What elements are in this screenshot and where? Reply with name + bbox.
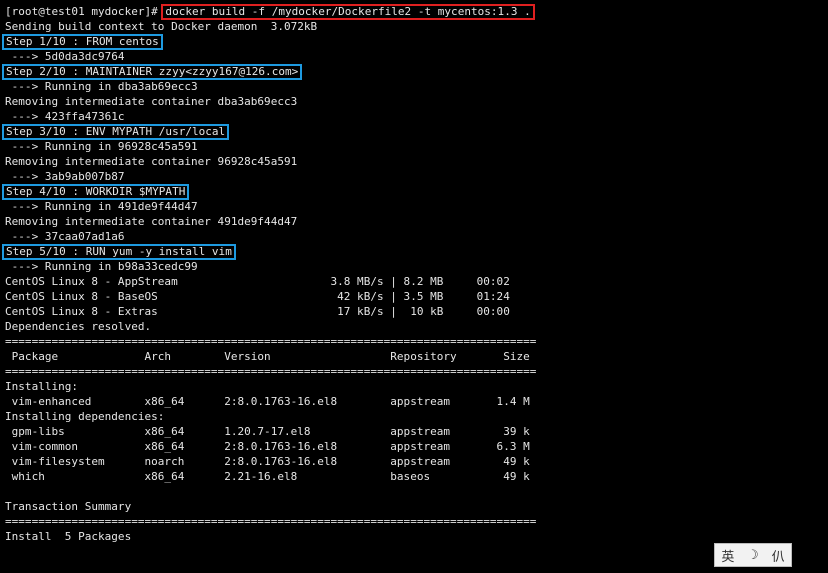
table-row: gpm-libs x86_64 1.20.7-17.el8 appstream … (5, 425, 530, 438)
ime-mode-toggle[interactable]: 仈 (772, 546, 785, 565)
output-line: Step 5/10 : RUN yum -y install vim (2, 244, 828, 260)
section-heading: Transaction Summary (5, 500, 132, 513)
output-line: Step 2/10 : MAINTAINER zzyy<zzyy167@126.… (2, 64, 828, 80)
output-line: Removing intermediate container 96928c45… (5, 155, 298, 168)
table-row: which x86_64 2.21-16.el8 baseos 49 k (5, 470, 530, 483)
section-heading: Installing dependencies: (5, 410, 165, 423)
table-header: Package Arch Version Repository Size (5, 350, 530, 363)
terminal-output: [root@test01 mydocker]# docker build -f … (2, 4, 828, 544)
step-5-highlight: Step 5/10 : RUN yum -y install vim (2, 244, 236, 260)
output-line: ---> 37caa07ad1a6 (5, 230, 125, 243)
step-3-highlight: Step 3/10 : ENV MYPATH /usr/local (2, 124, 230, 140)
step-2-highlight: Step 2/10 : MAINTAINER zzyy<zzyy167@126.… (2, 64, 303, 80)
output-line: Dependencies resolved. (5, 320, 152, 333)
output-line: ---> 423ffa47361c (5, 110, 125, 123)
moon-icon[interactable]: ☽ (747, 548, 759, 563)
section-heading: Installing: (5, 380, 79, 393)
table-row: vim-common x86_64 2:8.0.1763-16.el8 apps… (5, 440, 530, 453)
ime-toolbar[interactable]: 英 ☽ 仈 (714, 543, 792, 567)
table-row: vim-enhanced x86_64 2:8.0.1763-16.el8 ap… (5, 395, 530, 408)
repo-line: CentOS Linux 8 - AppStream 3.8 MB/s | 8.… (5, 275, 510, 288)
step-4-highlight: Step 4/10 : WORKDIR $MYPATH (2, 184, 190, 200)
output-line: ---> 3ab9ab007b87 (5, 170, 125, 183)
output-line: ---> Running in 96928c45a591 (5, 140, 198, 153)
output-line: ---> Running in dba3ab69ecc3 (5, 80, 198, 93)
separator-line: ========================================… (5, 335, 537, 348)
output-line: ---> Running in 491de9f44d47 (5, 200, 198, 213)
output-line: Step 4/10 : WORKDIR $MYPATH (2, 184, 828, 200)
output-line: ---> 5d0da3dc9764 (5, 50, 125, 63)
separator-line: ========================================… (5, 365, 537, 378)
output-line: ---> Running in b98a33cedc99 (5, 260, 198, 273)
command-line: [root@test01 mydocker]# docker build -f … (5, 4, 828, 20)
output-line: Step 3/10 : ENV MYPATH /usr/local (2, 124, 828, 140)
repo-line: CentOS Linux 8 - BaseOS 42 kB/s | 3.5 MB… (5, 290, 510, 303)
step-1-highlight: Step 1/10 : FROM centos (2, 34, 163, 50)
install-summary: Install 5 Packages (5, 530, 132, 543)
output-line: Removing intermediate container 491de9f4… (5, 215, 298, 228)
ime-language-toggle[interactable]: 英 (721, 546, 734, 565)
output-line: Sending build context to Docker daemon 3… (5, 20, 318, 33)
shell-prompt: [root@test01 mydocker]# (5, 5, 165, 18)
repo-line: CentOS Linux 8 - Extras 17 kB/s | 10 kB … (5, 305, 510, 318)
output-line: Removing intermediate container dba3ab69… (5, 95, 298, 108)
output-line: Step 1/10 : FROM centos (2, 34, 828, 50)
build-command: docker build -f /mydocker/Dockerfile2 -t… (161, 4, 535, 20)
separator-line: ========================================… (5, 515, 537, 528)
table-row: vim-filesystem noarch 2:8.0.1763-16.el8 … (5, 455, 530, 468)
